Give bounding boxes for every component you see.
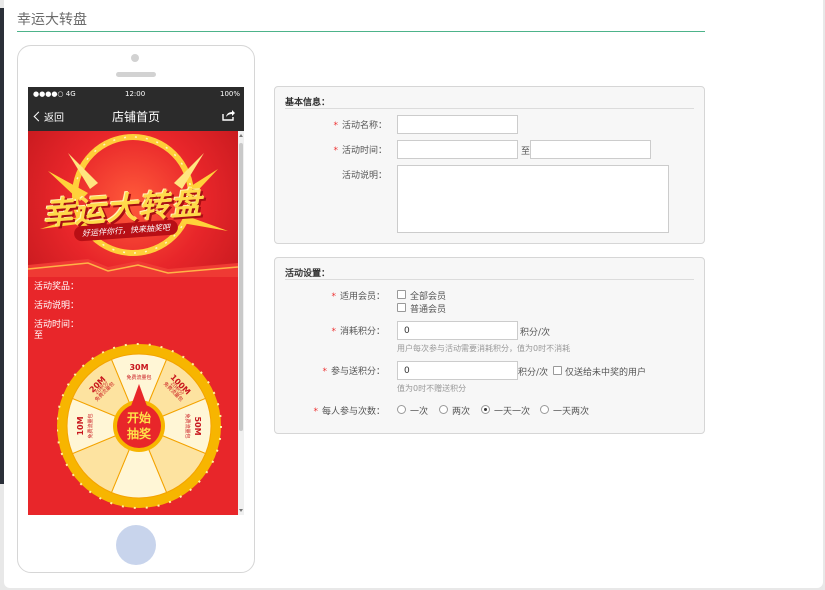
gift-points-unit: 积分/次: [518, 368, 549, 378]
basic-info-panel: 基本信息： * 活动名称： * 活动时间： 至 活动说明：: [274, 86, 705, 244]
activity-desc-textarea[interactable]: [397, 165, 669, 233]
banner-wave: [28, 259, 238, 277]
required-mark: *: [331, 292, 336, 302]
status-time: 12:00: [125, 90, 146, 98]
start-button-line2: 抽奖: [127, 426, 152, 441]
banner: 幸运大转盘 好运伴你行，快来抽奖吧: [28, 131, 238, 277]
share-icon[interactable]: [222, 109, 235, 121]
nav-title: 店铺首页: [111, 110, 160, 124]
scrollbar[interactable]: [238, 131, 244, 515]
start-button-line1: 开始: [127, 410, 151, 425]
phone-camera: [131, 54, 139, 62]
times-twice-daily-radio[interactable]: [540, 405, 549, 414]
times-once-label: 一次: [410, 407, 429, 417]
label-text: 活动名称：: [341, 121, 387, 131]
times-once-daily-label: 一天一次: [494, 407, 531, 417]
info-prize: 活动奖品：: [34, 282, 80, 292]
wheel-prize-amount: 30M: [129, 363, 148, 372]
times-twice-daily-label: 一天两次: [553, 407, 590, 417]
wheel-prize-desc: 免费流量包: [87, 413, 94, 438]
activity-name-label: * 活动名称：: [315, 118, 387, 131]
info-time-to: 至: [34, 331, 44, 341]
page: 幸运大转盘 ●●●●○ 4G 12:00 100% 返回 店铺首页 幸运大转盘 …: [4, 0, 823, 588]
times-once-radio[interactable]: [397, 405, 406, 414]
start-time-input[interactable]: [397, 140, 518, 159]
basic-info-title: 基本信息：: [285, 98, 331, 108]
label-text: 活动时间：: [341, 146, 387, 156]
title-divider: [17, 31, 705, 32]
label-text: 适用会员：: [339, 292, 385, 302]
nav-bar: 返回 店铺首页: [28, 101, 244, 131]
wheel-prize-desc: 免费流量包: [126, 374, 151, 381]
regular-members-label: 普通会员: [410, 305, 447, 315]
required-mark: *: [313, 407, 318, 417]
label-text: 每人参与次数：: [321, 407, 385, 417]
required-mark: *: [333, 121, 338, 131]
signal-indicator: ●●●●○ 4G: [33, 90, 76, 98]
required-mark: *: [322, 367, 327, 377]
panel-divider: [285, 108, 694, 109]
page-title: 幸运大转盘: [17, 12, 87, 28]
label-text: 参与送积分：: [330, 367, 385, 377]
phone-screen: ●●●●○ 4G 12:00 100% 返回 店铺首页 幸运大转盘 好运伴你行，…: [28, 87, 244, 515]
times-once-daily-radio[interactable]: [481, 405, 490, 414]
activity-settings-panel: 活动设置： *适用会员： 全部会员 普通会员 *消耗积分： 积分/次 用户每次参…: [274, 257, 705, 434]
times-label: * 每人参与次数：: [305, 404, 385, 417]
battery-indicator: 100%: [219, 90, 240, 98]
phone-preview: ●●●●○ 4G 12:00 100% 返回 店铺首页 幸运大转盘 好运伴你行，…: [17, 45, 255, 573]
non-winner-only-label: 仅送给未中奖的用户: [565, 368, 647, 378]
phone-home-button[interactable]: [116, 525, 156, 565]
scroll-down-arrow-icon[interactable]: [239, 509, 243, 512]
phone-speaker: [116, 72, 156, 77]
end-time-input[interactable]: [530, 140, 651, 159]
gift-points-label: * 参与送积分：: [305, 364, 385, 377]
activity-time-label: * 活动时间：: [315, 143, 387, 156]
settings-title: 活动设置：: [285, 269, 331, 279]
scroll-up-arrow-icon[interactable]: [239, 134, 243, 137]
cost-points-hint: 用户每次参与活动需要消耗积分，值为0时不消耗: [397, 344, 571, 353]
times-twice-label: 两次: [452, 407, 471, 417]
gift-points-input[interactable]: [397, 361, 518, 380]
info-desc: 活动说明：: [34, 301, 80, 311]
status-bar: ●●●●○ 4G 12:00 100%: [28, 87, 244, 101]
activity-name-input[interactable]: [397, 115, 518, 134]
regular-members-checkbox[interactable]: [397, 303, 406, 312]
cost-points-label: * 消耗积分：: [305, 324, 385, 337]
cost-points-unit: 积分/次: [520, 328, 551, 338]
wheel-prize-amount: 50M: [193, 416, 202, 435]
activity-desc-label: 活动说明：: [341, 171, 387, 181]
required-mark: *: [331, 327, 336, 337]
member-label: * 适用会员：: [305, 289, 385, 302]
wheel-prize-desc: 免费流量包: [184, 413, 191, 438]
wheel-prize-amount: 10M: [76, 416, 85, 435]
cost-points-input[interactable]: [397, 321, 518, 340]
scrollbar-thumb[interactable]: [239, 143, 243, 431]
all-members-checkbox[interactable]: [397, 290, 406, 299]
all-members-label: 全部会员: [410, 292, 447, 302]
non-winner-only-checkbox[interactable]: [553, 366, 562, 375]
prize-wheel[interactable]: 30M免费流量包 100M免费流量包20M免费流量包10M 免费流量包 50M免费流量…: [57, 336, 227, 515]
times-twice-radio[interactable]: [439, 405, 448, 414]
gift-points-hint: 值为0时不赠送积分: [397, 384, 467, 393]
panel-divider: [285, 279, 694, 280]
required-mark: *: [333, 146, 338, 156]
label-text: 消耗积分：: [339, 327, 385, 337]
time-separator: 至: [521, 147, 531, 157]
